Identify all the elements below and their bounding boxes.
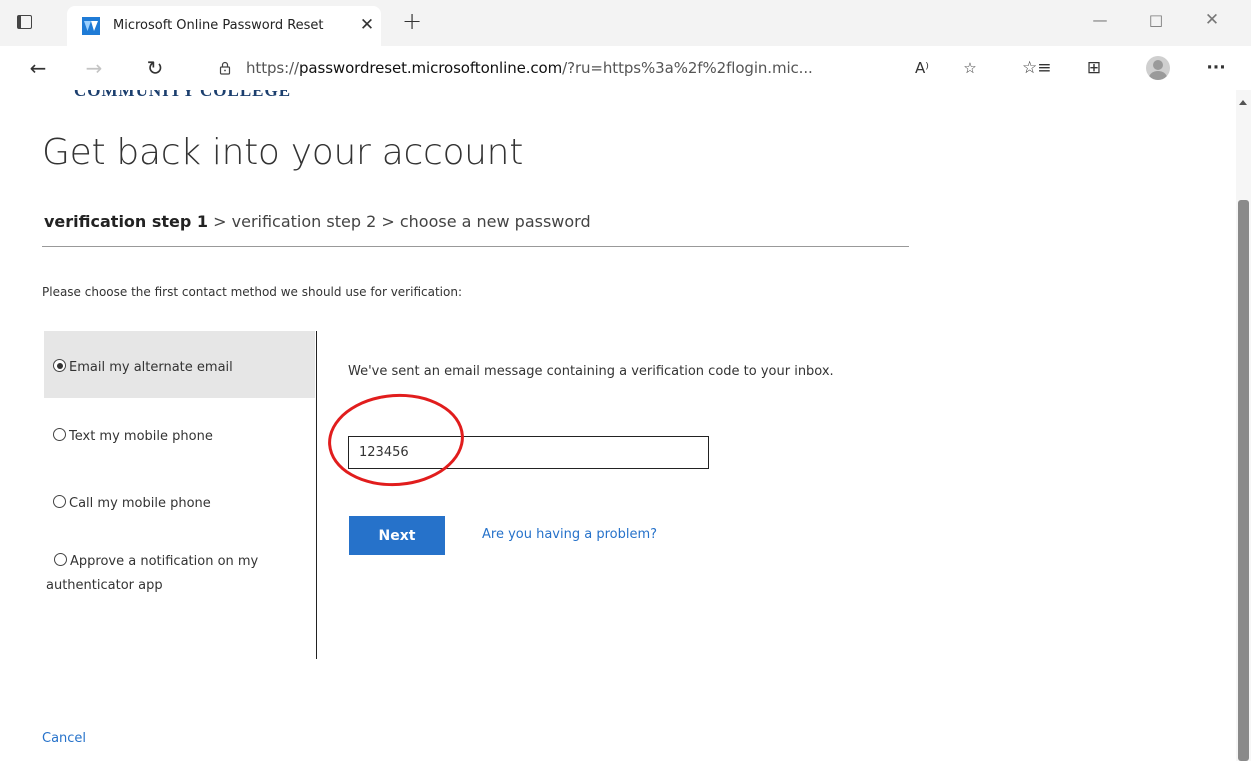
option-email-alternate[interactable]: Email my alternate email [44,331,315,398]
step-separator: > [376,212,400,231]
refresh-icon[interactable]: ↻ [141,54,169,82]
option-label: Approve a notification on my authenticat… [46,554,259,593]
url-rest: /?ru=https%3a%2f%2flogin.mic... [562,59,813,77]
next-button[interactable]: Next [349,516,445,555]
page-title: Get back into your account [42,132,524,173]
option-text-mobile[interactable]: Text my mobile phone [44,425,315,449]
maximize-icon[interactable]: □ [1136,8,1176,32]
scroll-up-arrow-icon[interactable] [1239,100,1247,105]
radio-button[interactable] [53,428,66,441]
url-prefix: https:// [246,59,299,77]
option-label: Call my mobile phone [69,496,211,511]
profile-avatar[interactable] [1146,56,1170,80]
vertical-scrollbar[interactable] [1236,90,1251,761]
scroll-thumb[interactable] [1238,200,1249,761]
lock-icon[interactable] [218,61,232,75]
browser-tab[interactable]: Microsoft Online Password Reset ✕ [67,6,381,46]
college-logo: COMMUNITY COLLEGE [74,90,292,100]
option-call-mobile[interactable]: Call my mobile phone [44,492,315,516]
window-close-icon[interactable]: ✕ [1192,8,1232,32]
address-bar[interactable]: https://passwordreset.microsoftonline.co… [202,51,1004,85]
cancel-link[interactable]: Cancel [42,731,86,746]
add-favorite-icon[interactable]: ☆ [958,57,982,79]
step-current: verification step 1 [44,212,209,231]
verification-code-input[interactable] [348,436,709,469]
problem-link[interactable]: Are you having a problem? [482,527,657,542]
tab-actions-icon[interactable] [12,10,36,34]
forward-icon[interactable]: → [80,54,108,82]
code-sent-message: We've sent an email message containing a… [348,364,834,379]
radio-button[interactable] [53,359,66,372]
url-host: passwordreset.microsoftonline.com [298,59,563,77]
option-label: Text my mobile phone [69,429,213,444]
read-aloud-icon[interactable]: A⁾ [910,57,934,79]
collections-icon[interactable]: ⊞ [1080,54,1108,82]
tab-close-icon[interactable]: ✕ [357,15,377,35]
page-content: COMMUNITY COLLEGE Get back into your acc… [0,90,1236,761]
radio-button[interactable] [54,553,67,566]
contact-method-list: Email my alternate email Text my mobile … [44,331,317,659]
url-text[interactable]: https://passwordreset.microsoftonline.co… [246,59,813,77]
new-tab-icon[interactable]: + [400,9,424,34]
radio-button[interactable] [53,495,66,508]
instruction-text: Please choose the first contact method w… [42,285,462,299]
step-three: choose a new password [399,212,591,231]
option-label: Email my alternate email [69,360,233,375]
tab-strip: Microsoft Online Password Reset ✕ + — □ … [0,0,1251,46]
password-reset-favicon-icon [82,17,100,35]
more-menu-icon[interactable]: ··· [1202,54,1230,82]
minimize-icon[interactable]: — [1080,8,1120,32]
tab-title: Microsoft Online Password Reset [113,18,324,33]
back-icon[interactable]: ← [24,54,52,82]
option-authenticator-app[interactable]: Approve a notification on my authenticat… [44,550,315,598]
browser-toolbar: ← → ↻ https://passwordreset.microsoftonl… [0,46,1251,90]
step-breadcrumb: verification step 1 > verification step … [44,212,591,231]
step-separator: > [208,212,232,231]
step-two: verification step 2 [231,212,377,231]
divider [42,246,909,247]
favorites-icon[interactable]: ☆≡ [1022,54,1051,82]
